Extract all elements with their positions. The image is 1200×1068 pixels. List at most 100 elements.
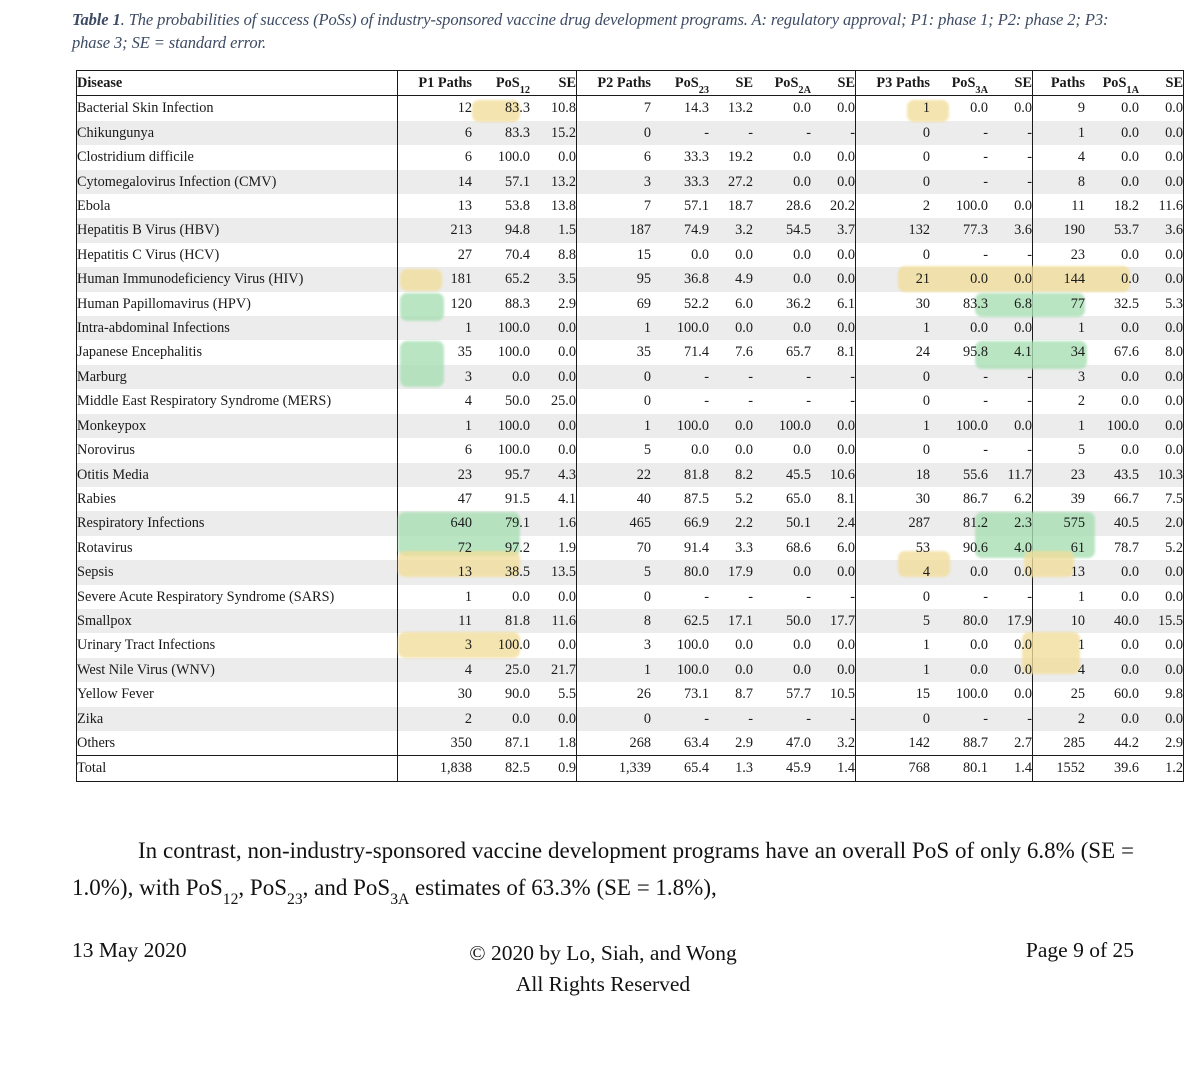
- column-header-label: SE: [735, 75, 754, 91]
- cell-value: 6: [464, 124, 472, 141]
- cell-value: 190: [1063, 222, 1085, 239]
- cell-se5: 0.0: [1139, 243, 1184, 267]
- cell-value: Smallpox: [77, 612, 132, 629]
- cell-pos3a: 0.0: [930, 96, 988, 121]
- cell-value: -: [983, 149, 988, 166]
- cell-value: 50.0: [785, 612, 811, 629]
- cell-pos1a: 43.5: [1085, 462, 1139, 487]
- cell-se2: -: [709, 364, 753, 390]
- cell-pos2a: 0.0: [753, 316, 811, 341]
- cell-value: 6: [464, 149, 472, 166]
- cell-se1: 13.5: [530, 560, 577, 585]
- cell-pos23: 81.8: [651, 462, 709, 487]
- cell-value: 0.0: [1014, 100, 1032, 117]
- cell-value: 25.0: [550, 393, 576, 410]
- cell-p3paths: 142: [855, 730, 930, 756]
- cell-value: 0.0: [1121, 564, 1139, 581]
- cell-pos12: 97.2: [472, 536, 530, 560]
- cell-paths: 23: [1032, 242, 1085, 268]
- cell-se1: 0.0: [530, 316, 577, 341]
- cell-value: Total: [77, 760, 107, 777]
- cell-value: 0.0: [735, 246, 753, 263]
- cell-pos3a: 100.0: [930, 413, 988, 439]
- cell-p3paths: 0: [855, 145, 930, 170]
- cell-se1: 5.5: [530, 682, 577, 706]
- column-header-disease: Disease: [76, 70, 398, 97]
- cell-value: 1: [1077, 637, 1085, 654]
- footer-rights: All Rights Reserved: [515, 972, 691, 996]
- cell-p1paths: 11: [397, 608, 472, 634]
- cell-value: -: [1027, 246, 1032, 263]
- table-row: Ebola 13 53.8 13.8 7 57.1 18.7 28.6 20.2 2 100.0 0.…: [76, 194, 1184, 219]
- cell-pos1a: 40.5: [1085, 511, 1139, 536]
- column-header-label: PoS: [495, 75, 520, 91]
- cell-pos12: 53.8: [472, 194, 530, 218]
- cell-pos1a: 0.0: [1085, 438, 1139, 462]
- cell-value: 0.0: [837, 417, 855, 434]
- cell-value: -: [748, 368, 753, 385]
- cell-value: Cytomegalovirus Infection (CMV): [77, 173, 277, 190]
- cell-value: 1: [1077, 320, 1085, 337]
- cell-value: 1: [922, 637, 930, 654]
- cell-disease-name: Ebola: [76, 194, 398, 219]
- cell-disease-name: Smallpox: [76, 608, 398, 634]
- cell-value: 181: [450, 271, 472, 288]
- cell-pos12: 0.0: [472, 585, 530, 609]
- cell-value: 0.0: [1165, 124, 1183, 141]
- cell-pos12: 100.0: [472, 340, 530, 364]
- cell-pos3a: 81.2: [930, 511, 988, 536]
- cell-value: 26: [636, 686, 651, 703]
- cell-se3: 3.7: [811, 218, 856, 243]
- cell-value: 144: [1063, 271, 1085, 288]
- cell-value: 6: [464, 442, 472, 459]
- cell-pos23: 52.2: [651, 292, 709, 316]
- cell-value: 0.9: [558, 760, 576, 777]
- cell-p2paths: 26: [576, 682, 651, 707]
- table-row: Marburg 3 0.0 0.0 0 - - - - 0 - - 3 0.0 0.0: [76, 364, 1184, 390]
- cell-se4: -: [988, 438, 1033, 462]
- cell-se5: 15.5: [1139, 608, 1184, 634]
- cell-value: 0.0: [837, 246, 855, 263]
- footer-copyright-block: © 2020 by Lo, Siah, and Wong All Rights …: [302, 938, 904, 1000]
- cell-value: 0: [922, 710, 930, 727]
- cell-pos1a: 18.2: [1085, 194, 1139, 218]
- paragraph-sub-12: 12: [222, 891, 239, 909]
- cell-se4: 0.0: [988, 413, 1033, 439]
- cell-p3paths: 15: [855, 682, 930, 707]
- cell-se4: 0.0: [988, 560, 1033, 585]
- cell-se4: -: [988, 364, 1033, 390]
- cell-value: 67.6: [1113, 344, 1139, 361]
- cell-value: 80.0: [962, 612, 988, 629]
- column-header-se1: SE: [530, 70, 577, 97]
- cell-se5: 11.6: [1139, 194, 1184, 218]
- cell-value: Urinary Tract Infections: [77, 637, 216, 654]
- cell-value: 5.2: [735, 490, 753, 507]
- cell-pos2a: -: [753, 364, 811, 390]
- cell-p1paths: 181: [397, 267, 472, 292]
- cell-se2: 0.0: [709, 243, 753, 267]
- cell-value: 0.0: [1121, 588, 1139, 605]
- cell-value: 50.0: [504, 393, 530, 410]
- cell-paths: 190: [1032, 218, 1085, 243]
- cell-pos12: 91.5: [472, 487, 530, 511]
- cell-se1: 4.1: [530, 487, 577, 511]
- column-header-p3paths: P3 Paths: [855, 70, 930, 97]
- cell-value: 73.1: [683, 686, 709, 703]
- table-row: Chikungunya 6 83.3 15.2 0 - - - - 0 - - 1 0.0 0.0: [76, 120, 1184, 146]
- column-header-label: PoS: [774, 75, 799, 91]
- cell-paths: 2: [1032, 389, 1085, 414]
- cell-p1paths: 13: [397, 560, 472, 585]
- cell-value: 95.8: [962, 344, 988, 361]
- cell-se4: 0.0: [988, 633, 1033, 657]
- cell-value: 0.0: [1165, 246, 1183, 263]
- cell-se4: -: [988, 169, 1033, 195]
- cell-p1paths: 23: [397, 462, 472, 487]
- cell-pos3a: 55.6: [930, 462, 988, 487]
- cell-value: 3.2: [837, 734, 855, 751]
- cell-value: 72: [457, 539, 472, 556]
- cell-se5: 0.0: [1139, 145, 1184, 169]
- cell-pos23: -: [651, 364, 709, 390]
- table-row: Smallpox 11 81.8 11.6 8 62.5 17.1 50.0 17.7 5 80.0…: [76, 608, 1184, 634]
- cell-se3: 10.5: [811, 682, 856, 706]
- cell-value: -: [983, 710, 988, 727]
